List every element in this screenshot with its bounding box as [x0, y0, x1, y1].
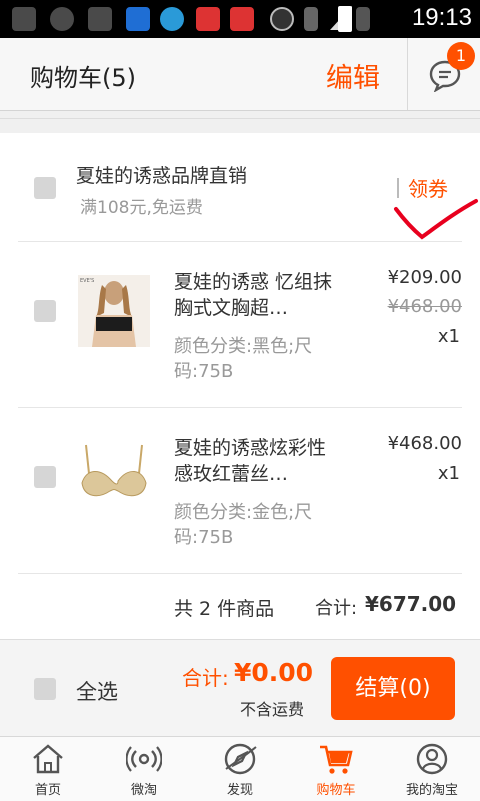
divider: [18, 241, 462, 242]
item-quantity: x1: [437, 463, 460, 484]
message-badge: 1: [447, 42, 475, 70]
app-notification-icon: [160, 7, 184, 31]
no-shipping-note: 不含运费: [240, 700, 305, 719]
checkout-bar: 全选 合计: ¥0.00 不含运费 结算(0): [0, 640, 480, 736]
tab-label: 首页: [34, 783, 61, 798]
tab-cart[interactable]: 购物车: [288, 737, 384, 801]
select-all-label[interactable]: 全选: [76, 676, 118, 706]
shop-card: 夏娃的诱惑品牌直销 满108元,免运费 领券 EVE'S 夏娃的诱惑 忆组抹胸式…: [0, 133, 480, 640]
taobao-notification-icon: [196, 7, 220, 31]
broadcast-icon: [126, 746, 162, 772]
divider: [18, 407, 462, 408]
image-notification-icon: [88, 7, 112, 31]
alarm-icon: [270, 7, 294, 31]
upload-notification-icon: [126, 7, 150, 31]
sim-icon: [304, 7, 318, 31]
item-price: ¥209.00: [387, 267, 462, 288]
total-label: 合计:: [182, 666, 229, 690]
tab-label: 我的淘宝: [405, 783, 458, 798]
tab-label: 发现: [226, 783, 253, 798]
header-divider: [407, 38, 408, 110]
select-all-checkbox[interactable]: [34, 678, 56, 700]
item-original-price: ¥468.00: [387, 296, 462, 317]
tab-label: 购物车: [316, 783, 356, 798]
cart-icon: [320, 745, 353, 774]
item-sku: 颜色分类:金色;尺码:75B: [174, 502, 313, 548]
shop-name[interactable]: 夏娃的诱惑品牌直销: [76, 161, 247, 188]
shop-item-count: 共 2 件商品: [174, 598, 275, 620]
tab-discover[interactable]: 发现: [192, 737, 288, 801]
data-transfer-icon: [356, 7, 370, 31]
item-checkbox[interactable]: [34, 300, 56, 322]
add-notification-icon: [12, 7, 36, 31]
search-notification-icon: [50, 7, 74, 31]
discover-icon: [224, 743, 257, 775]
tab-home[interactable]: 首页: [0, 737, 96, 801]
status-time: 19:13: [411, 4, 472, 31]
spacer-strip: [0, 118, 480, 133]
page-title: 购物车(5): [30, 64, 136, 92]
shop-total-value: ¥677.00: [365, 592, 457, 616]
item-price: ¥468.00: [387, 433, 462, 454]
header: 购物车(5) 编辑 1: [0, 38, 480, 111]
status-bar: 19:13: [0, 0, 480, 38]
edit-button[interactable]: 编辑: [326, 56, 380, 95]
home-icon: [33, 744, 63, 774]
shop-promo: 满108元,免运费: [80, 198, 203, 218]
coupon-divider: [397, 178, 399, 198]
tab-weitao[interactable]: 微淘: [96, 737, 192, 801]
item-title[interactable]: 夏娃的诱惑炫彩性感玫红蕾丝…: [174, 435, 344, 487]
tab-bar: 首页 微淘 发现 购物车 我的淘宝: [0, 736, 480, 801]
shop-checkbox[interactable]: [34, 177, 56, 199]
red-checkmark-annotation: [394, 199, 478, 240]
shop-total-label: 合计:: [315, 598, 358, 619]
item-title[interactable]: 夏娃的诱惑 忆组抹胸式文胸超…: [174, 269, 344, 321]
total-value: ¥0.00: [234, 658, 314, 687]
tab-label: 微淘: [130, 783, 157, 798]
profile-icon: [416, 743, 448, 775]
taobao-notification-icon-2: [230, 7, 254, 31]
product-thumbnail[interactable]: EVE'S: [78, 275, 150, 347]
item-sku: 颜色分类:黑色;尺码:75B: [174, 336, 313, 382]
item-checkbox[interactable]: [34, 466, 56, 488]
tab-my-taobao[interactable]: 我的淘宝: [384, 737, 480, 801]
svg-text:EVE'S: EVE'S: [80, 278, 94, 284]
checkout-button[interactable]: 结算(0): [331, 657, 455, 720]
battery-icon: [338, 6, 352, 32]
divider: [18, 573, 462, 574]
item-quantity: x1: [437, 326, 460, 347]
product-thumbnail[interactable]: [78, 439, 150, 511]
